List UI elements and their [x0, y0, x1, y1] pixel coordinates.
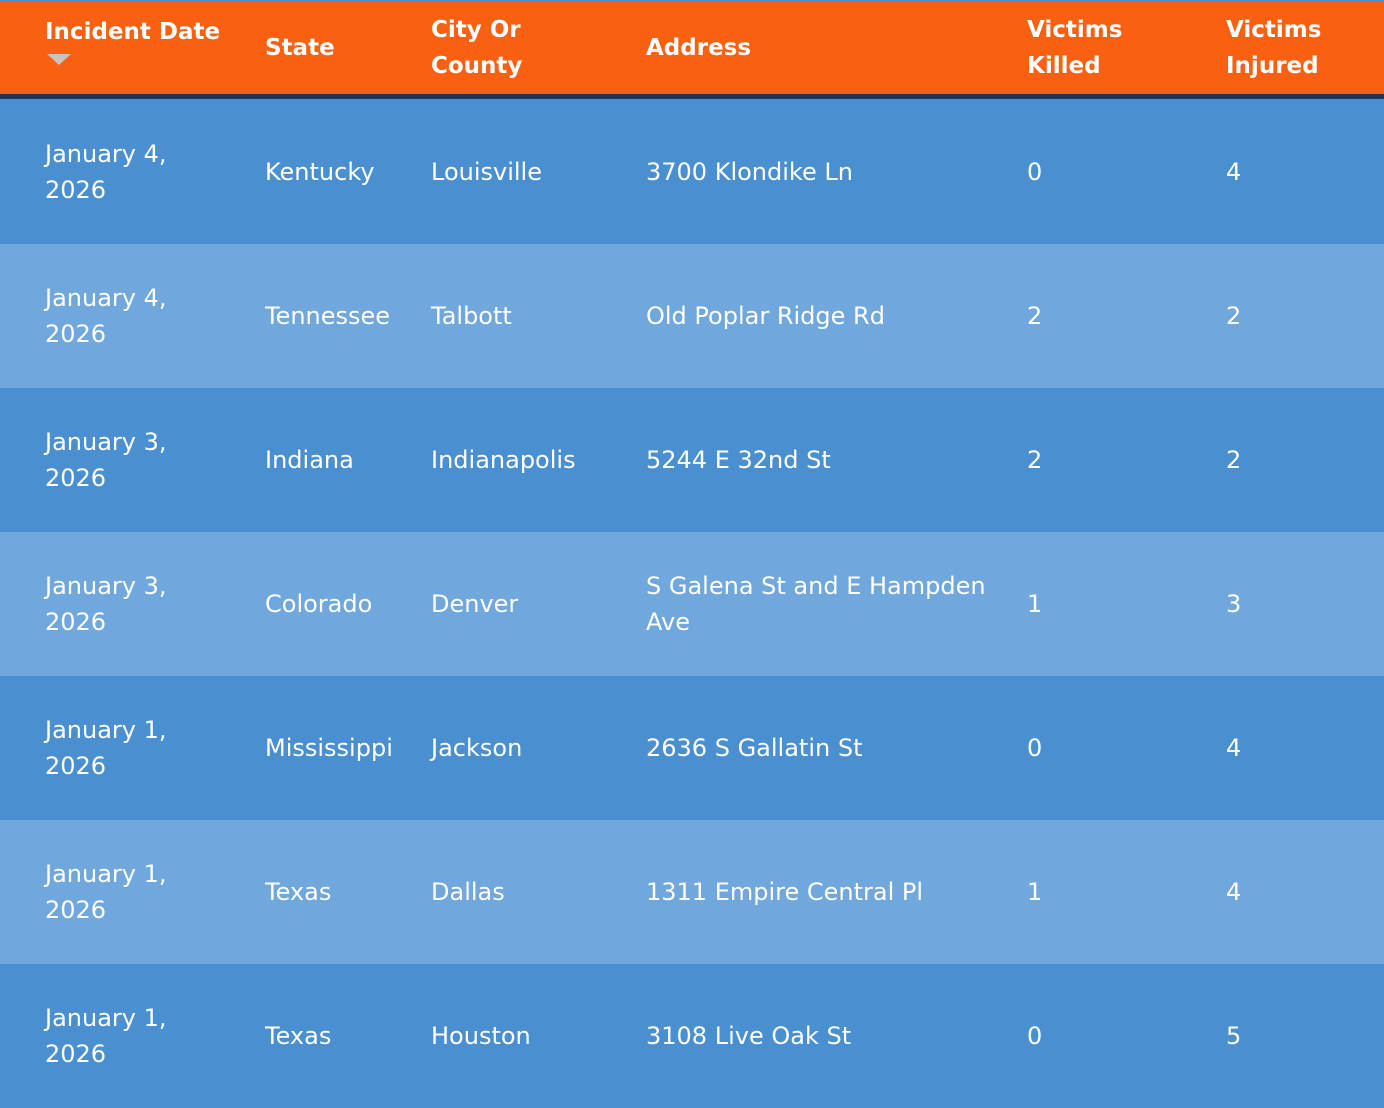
cell-address: 5244 E 32nd St: [646, 446, 831, 474]
column-header-label: City Or County: [431, 17, 523, 79]
column-header-state[interactable]: State: [265, 2, 425, 94]
cell-victims-injured: 2: [1226, 302, 1242, 330]
cell-city: Indianapolis: [431, 446, 576, 474]
column-header-label: Victims Injured: [1226, 17, 1322, 79]
cell-victims-killed: 0: [1027, 158, 1043, 186]
table-row: January 3, 2026 Colorado Denver S Galena…: [0, 532, 1384, 676]
table-row: January 1, 2026 Mississippi Jackson 2636…: [0, 676, 1384, 820]
cell-city: Dallas: [431, 878, 505, 906]
cell-address: 3108 Live Oak St: [646, 1022, 852, 1050]
cell-city: Denver: [431, 590, 519, 618]
cell-victims-injured: 2: [1226, 446, 1242, 474]
cell-city: Jackson: [431, 734, 523, 762]
cell-victims-injured: 5: [1226, 1022, 1242, 1050]
cell-state: Tennessee: [265, 302, 391, 330]
cell-address: Old Poplar Ridge Rd: [646, 302, 885, 330]
cell-city: Talbott: [431, 302, 512, 330]
cell-state: Indiana: [265, 446, 354, 474]
cell-incident-date: January 4, 2026: [45, 284, 167, 348]
cell-incident-date: January 1, 2026: [45, 860, 167, 924]
cell-victims-injured: 3: [1226, 590, 1242, 618]
cell-incident-date: January 1, 2026: [45, 716, 167, 780]
cell-address: 3700 Klondike Ln: [646, 158, 853, 186]
cell-victims-killed: 0: [1027, 734, 1043, 762]
column-header-incident-date[interactable]: Incident Date: [45, 2, 235, 94]
cell-victims-injured: 4: [1226, 734, 1242, 762]
column-header-city-or-county[interactable]: City Or County: [431, 2, 631, 94]
sort-descending-icon[interactable]: [47, 54, 71, 65]
cell-state: Mississippi: [265, 734, 393, 762]
table-header: Incident Date State City Or County Addre…: [0, 2, 1384, 99]
column-header-label: Incident Date: [45, 19, 221, 45]
table-row: January 4, 2026 Kentucky Louisville 3700…: [0, 100, 1384, 244]
column-header-victims-injured[interactable]: Victims Injured: [1226, 2, 1376, 94]
cell-incident-date: January 4, 2026: [45, 140, 167, 204]
table-row: January 3, 2026 Indiana Indianapolis 524…: [0, 388, 1384, 532]
cell-incident-date: January 3, 2026: [45, 428, 167, 492]
cell-address: S Galena St and E Hampden Ave: [646, 572, 986, 636]
cell-state: Colorado: [265, 590, 373, 618]
cell-address: 2636 S Gallatin St: [646, 734, 863, 762]
cell-incident-date: January 1, 2026: [45, 1004, 167, 1068]
cell-victims-killed: 2: [1027, 302, 1043, 330]
table-row: January 1, 2026 Texas Dallas 1311 Empire…: [0, 820, 1384, 964]
cell-state: Texas: [265, 878, 332, 906]
cell-state: Texas: [265, 1022, 332, 1050]
cell-incident-date: January 3, 2026: [45, 572, 167, 636]
cell-victims-killed: 1: [1027, 590, 1043, 618]
cell-victims-injured: 4: [1226, 158, 1242, 186]
column-header-victims-killed[interactable]: Victims Killed: [1027, 2, 1187, 94]
cell-city: Louisville: [431, 158, 542, 186]
cell-city: Houston: [431, 1022, 531, 1050]
table-row: January 1, 2026 Texas Houston 3108 Live …: [0, 964, 1384, 1108]
column-header-label: Victims Killed: [1027, 17, 1123, 79]
table-row: January 4, 2026 Tennessee Talbott Old Po…: [0, 244, 1384, 388]
column-header-label: Address: [646, 35, 752, 61]
incidents-table: Incident Date State City Or County Addre…: [0, 0, 1384, 1108]
column-header-label: State: [265, 35, 335, 61]
cell-victims-killed: 1: [1027, 878, 1043, 906]
cell-victims-injured: 4: [1226, 878, 1242, 906]
column-header-address[interactable]: Address: [646, 2, 996, 94]
cell-victims-killed: 2: [1027, 446, 1043, 474]
cell-victims-killed: 0: [1027, 1022, 1043, 1050]
cell-address: 1311 Empire Central Pl: [646, 878, 924, 906]
cell-state: Kentucky: [265, 158, 375, 186]
